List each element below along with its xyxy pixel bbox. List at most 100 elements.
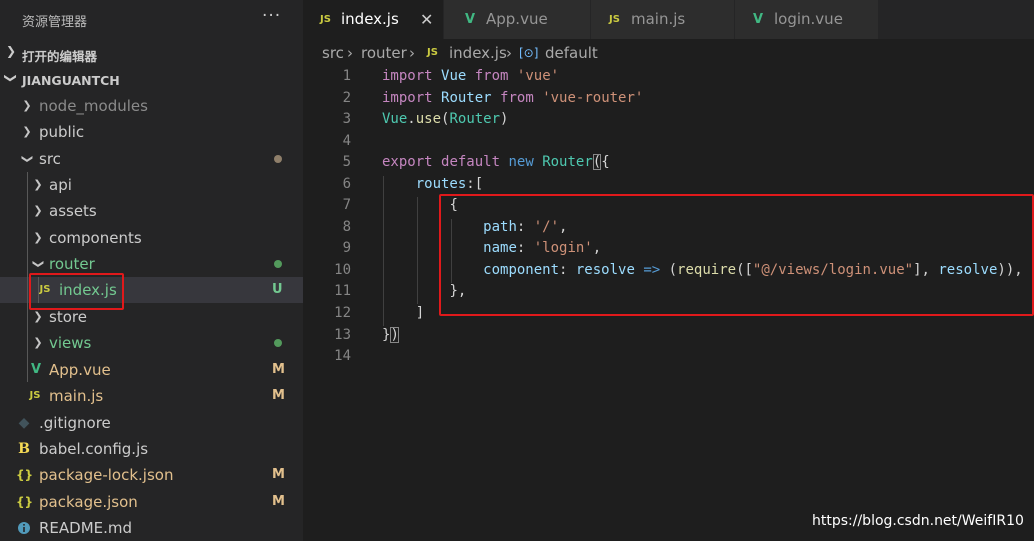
project-label: JIANGUANTCH: [22, 73, 120, 88]
vue-file-icon: V: [30, 362, 42, 377]
js-file-icon: JS: [39, 284, 51, 295]
tree-item-babel-config[interactable]: B babel.config.js: [0, 436, 303, 462]
code-line: name: 'login',: [483, 240, 602, 256]
code-editor[interactable]: 1 2 3 4 5 6 7 8 9 10 11 12 13 14 import …: [303, 65, 1034, 541]
breadcrumb-router[interactable]: router: [361, 44, 407, 62]
line-number: 8: [342, 219, 351, 235]
tree-item-package-json[interactable]: {} package.json M: [0, 489, 303, 515]
explorer-header: 资源管理器 ···: [0, 0, 303, 39]
tree-item-label: views: [49, 334, 92, 352]
explorer-sidebar: 资源管理器 ··· ❯ 打开的编辑器 ❯ JIANGUANTCH ❯ node_…: [0, 0, 303, 541]
tab-label: App.vue: [486, 10, 548, 28]
js-file-icon: JS: [29, 390, 41, 401]
line-number: 5: [342, 154, 351, 170]
tab-index-js[interactable]: JS index.js ✕: [303, 0, 443, 39]
modified-dot: [274, 155, 282, 163]
tree-item-label: api: [49, 176, 72, 194]
tree-item-index-js[interactable]: JS index.js U: [0, 277, 303, 303]
code-line: ]: [415, 305, 425, 321]
tree-item-api[interactable]: ❯ api: [0, 172, 303, 198]
project-section[interactable]: ❯ JIANGUANTCH: [0, 68, 303, 92]
indent-guide: [27, 172, 28, 382]
tab-main-js[interactable]: JS main.js: [591, 0, 734, 39]
tree-item-label: public: [39, 123, 85, 141]
line-number: 9: [342, 240, 351, 256]
chevron-right-icon: ❯: [22, 99, 32, 112]
breadcrumb-src[interactable]: src: [322, 44, 344, 62]
breadcrumb-index-js[interactable]: index.js: [449, 44, 507, 62]
chevron-right-icon: ›: [506, 44, 512, 62]
tree-item-components[interactable]: ❯ components: [0, 225, 303, 251]
chevron-right-icon: ❯: [33, 178, 43, 191]
line-number: 3: [342, 111, 351, 127]
tree-item-label: README.md: [39, 519, 133, 537]
chevron-down-icon: ❯: [21, 154, 34, 164]
git-status-badge: M: [272, 467, 285, 482]
tree-item-label: components: [49, 229, 142, 247]
untracked-dot: [274, 260, 282, 268]
breadcrumb-default[interactable]: default: [545, 44, 598, 62]
tree-item-label: assets: [49, 202, 97, 220]
tree-item-label: store: [49, 308, 87, 326]
tab-label: login.vue: [774, 10, 843, 28]
code-line: import Vue from 'vue': [382, 68, 560, 84]
tree-item-router[interactable]: ❯ router: [0, 251, 303, 277]
tree-item-label: main.js: [49, 387, 104, 405]
tab-bar: JS index.js ✕ V App.vue JS main.js V log…: [303, 0, 1034, 39]
json-file-icon: {}: [16, 468, 34, 482]
symbol-variable-icon: [⊙]: [519, 46, 539, 60]
more-actions-icon[interactable]: ···: [262, 6, 281, 26]
tree-item-src[interactable]: ❯ src: [0, 146, 303, 172]
tree-item-gitignore[interactable]: ◆ .gitignore: [0, 410, 303, 436]
chevron-down-icon: ❯: [32, 259, 45, 269]
tree-item-views[interactable]: ❯ views: [0, 330, 303, 356]
line-number: 11: [334, 283, 351, 299]
info-file-icon: [17, 515, 31, 541]
tree-item-readme[interactable]: README.md: [0, 515, 303, 541]
indent-guide: [38, 277, 39, 303]
close-icon[interactable]: ✕: [420, 0, 433, 39]
chevron-right-icon: ❯: [6, 44, 17, 58]
untracked-dot: [274, 339, 282, 347]
tree-item-label: src: [39, 150, 61, 168]
chevron-right-icon: ❯: [33, 204, 43, 217]
line-number: 1: [342, 68, 351, 84]
git-file-icon: ◆: [18, 415, 30, 431]
chevron-right-icon: ❯: [33, 310, 43, 323]
open-editors-section[interactable]: ❯ 打开的编辑器: [0, 41, 303, 65]
git-status-badge: M: [272, 362, 285, 377]
line-number: 14: [334, 348, 351, 364]
chevron-right-icon: ❯: [22, 125, 32, 138]
tab-label: main.js: [631, 10, 686, 28]
code-line: export default new Router({: [382, 154, 610, 170]
tree-item-node-modules[interactable]: ❯ node_modules: [0, 93, 303, 119]
tree-item-package-lock[interactable]: {} package-lock.json M: [0, 462, 303, 488]
tree-item-store[interactable]: ❯ store: [0, 304, 303, 330]
line-number: 13: [334, 327, 351, 343]
git-status-badge: U: [272, 282, 283, 297]
code-line: import Router from 'vue-router': [382, 90, 644, 106]
js-file-icon: JS: [320, 14, 331, 25]
tree-item-label: babel.config.js: [39, 440, 149, 458]
tab-login-vue[interactable]: V login.vue: [735, 0, 878, 39]
chevron-right-icon: ›: [409, 44, 415, 62]
git-status-badge: M: [272, 494, 285, 509]
line-number: 12: [334, 305, 351, 321]
tree-item-label: App.vue: [49, 361, 111, 379]
chevron-right-icon: ❯: [33, 336, 43, 349]
chevron-right-icon: ❯: [33, 231, 43, 244]
chevron-down-icon: ❯: [4, 72, 19, 84]
tree-item-app-vue[interactable]: V App.vue M: [0, 357, 303, 383]
git-status-badge: M: [272, 388, 285, 403]
tree-item-label: package-lock.json: [39, 466, 174, 484]
tree-item-main-js[interactable]: JS main.js M: [0, 383, 303, 409]
tree-item-public[interactable]: ❯ public: [0, 119, 303, 145]
tab-app-vue[interactable]: V App.vue: [444, 0, 590, 39]
tree-item-assets[interactable]: ❯ assets: [0, 198, 303, 224]
tree-item-label: router: [49, 255, 95, 273]
babel-file-icon: B: [18, 441, 30, 457]
code-line: routes:[: [415, 176, 484, 192]
explorer-title: 资源管理器: [22, 15, 88, 30]
vue-file-icon: V: [465, 12, 476, 27]
code-line: {: [449, 197, 458, 213]
